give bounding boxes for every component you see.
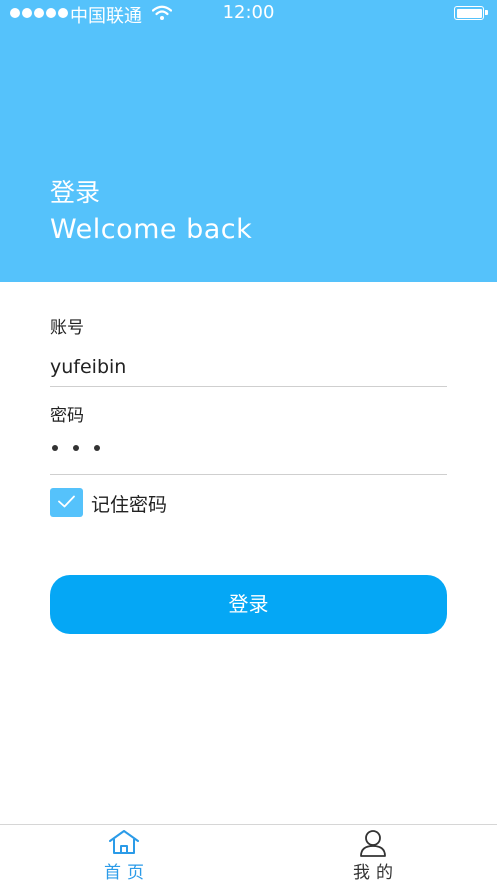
page-title: 登录 [50,178,101,207]
home-icon [109,830,139,854]
welcome-subtitle: Welcome back [50,214,253,245]
tab-bar: 首页 我的 [0,824,497,883]
password-input[interactable] [50,435,447,475]
remember-password-label[interactable]: 记住密码 [91,490,167,517]
account-label: 账号 [50,318,84,338]
login-button[interactable]: 登录 [50,575,447,634]
person-icon [360,830,386,857]
account-input[interactable] [50,347,447,387]
login-screen: 中国联通 12:00 登录 Welcome back 账号 密码 记住密码 登录 [0,0,497,883]
tab-mine[interactable]: 我的 [249,825,497,883]
tab-mine-label: 我的 [353,863,399,883]
tab-home-label: 首页 [104,863,150,883]
remember-password-checkbox[interactable] [50,488,83,517]
check-icon [58,495,75,508]
battery-icon [454,6,488,20]
password-mask [52,445,100,451]
status-bar: 中国联通 12:00 [0,0,497,28]
header-banner: 中国联通 12:00 登录 Welcome back [0,0,497,282]
status-time: 12:00 [222,2,275,23]
password-label: 密码 [50,406,84,426]
tab-home[interactable]: 首页 [0,825,248,883]
